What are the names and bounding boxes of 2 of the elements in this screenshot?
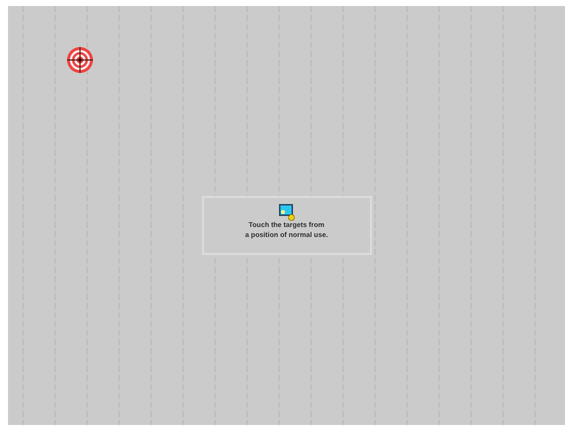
- touch-screen-icon: [278, 202, 296, 220]
- target-icon[interactable]: [66, 46, 94, 74]
